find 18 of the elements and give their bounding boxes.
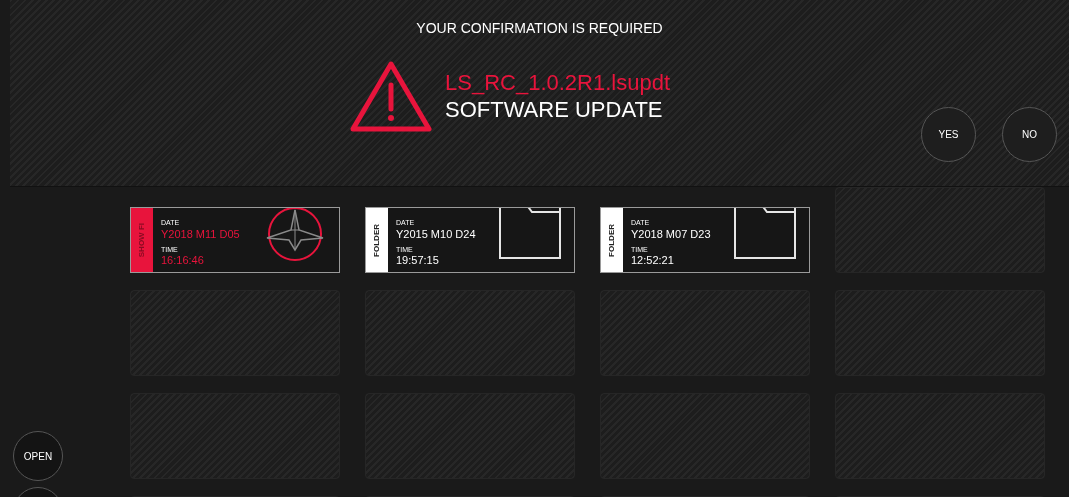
time-value: 16:16:46: [161, 254, 205, 268]
dialog-title: YOUR CONFIRMATION IS REQUIRED: [416, 19, 663, 38]
file-type-label: FOLDER: [606, 223, 617, 257]
update-file-name: LS_RC_1.0.2R1.lsupdt: [445, 68, 670, 96]
file-type-label: FOLDER: [371, 223, 382, 257]
dialog-message: SOFTWARE UPDATE: [445, 96, 664, 124]
folder-icon: [498, 208, 562, 260]
date-value: Y2015 M10 D24: [396, 227, 477, 242]
no-button[interactable]: NO: [1002, 107, 1057, 162]
open-button[interactable]: OPEN: [13, 431, 63, 481]
date-value: Y2018 M11 D05: [161, 227, 241, 242]
warning-icon: [349, 59, 433, 133]
yes-button[interactable]: YES: [921, 107, 976, 162]
folder-icon: [733, 208, 797, 260]
file-type-label: SHOW FI: [136, 222, 147, 258]
time-value: 12:52:21: [631, 254, 675, 268]
date-value: Y2018 M07 D23: [631, 227, 712, 242]
time-value: 19:57:15: [396, 254, 440, 268]
